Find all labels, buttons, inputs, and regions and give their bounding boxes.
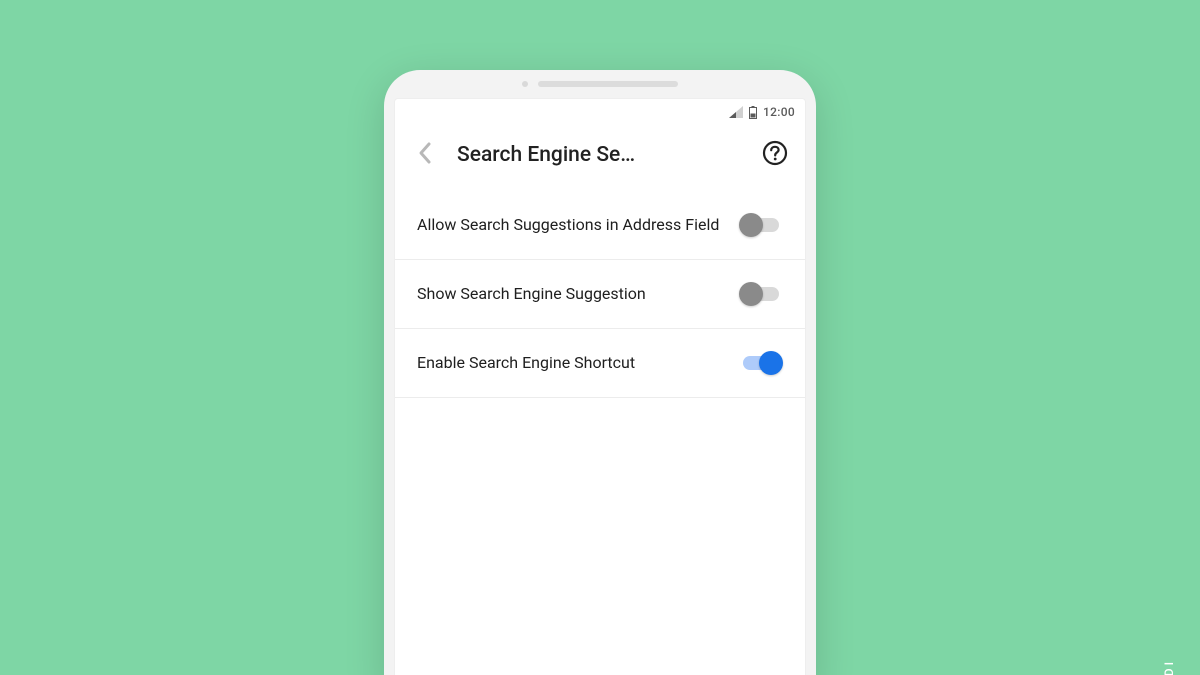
help-icon <box>762 140 788 170</box>
status-time: 12:00 <box>763 105 795 119</box>
toggle-show-search-engine-suggestion[interactable] <box>739 280 783 308</box>
settings-list: Allow Search Suggestions in Address Fiel… <box>395 185 805 675</box>
setting-allow-search-suggestions[interactable]: Allow Search Suggestions in Address Fiel… <box>395 191 805 260</box>
toggle-allow-search-suggestions[interactable] <box>739 211 783 239</box>
back-button[interactable] <box>407 137 443 173</box>
help-button[interactable] <box>757 137 793 173</box>
vivaldi-watermark: VIVALDI <box>1162 659 1176 675</box>
page-title: Search Engine Se… <box>451 143 749 167</box>
setting-show-search-engine-suggestion[interactable]: Show Search Engine Suggestion <box>395 260 805 329</box>
battery-icon <box>749 106 757 119</box>
setting-enable-search-engine-shortcut[interactable]: Enable Search Engine Shortcut <box>395 329 805 398</box>
chevron-left-icon <box>417 141 433 169</box>
cellular-signal-icon <box>729 106 743 118</box>
watermark-text: VIVALDI <box>1162 659 1176 675</box>
toggle-enable-search-engine-shortcut[interactable] <box>739 349 783 377</box>
phone-frame: 12:00 Search Engine Se… <box>384 70 816 675</box>
phone-speaker <box>384 70 816 98</box>
setting-label: Enable Search Engine Shortcut <box>417 352 723 374</box>
setting-label: Show Search Engine Suggestion <box>417 283 723 305</box>
setting-label: Allow Search Suggestions in Address Fiel… <box>417 214 723 236</box>
phone-screen: 12:00 Search Engine Se… <box>394 98 806 675</box>
status-bar: 12:00 <box>395 99 805 125</box>
app-bar: Search Engine Se… <box>395 125 805 185</box>
